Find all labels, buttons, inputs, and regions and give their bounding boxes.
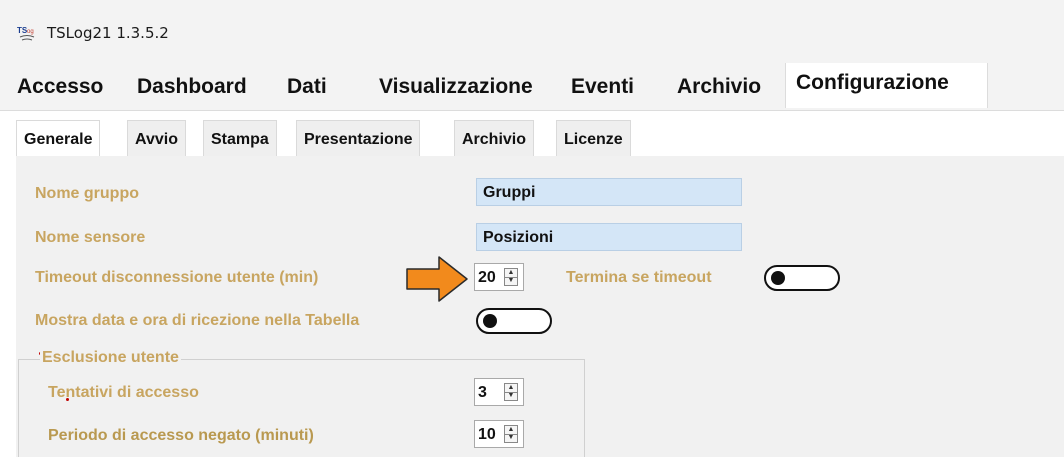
- timeout-spin-buttons: ▲ ▼: [504, 268, 518, 286]
- attempts-label: Tentativi di accesso: [48, 384, 199, 401]
- timeout-stepper[interactable]: 20 ▲ ▼: [474, 263, 524, 291]
- tab-dati[interactable]: Dati: [287, 67, 327, 107]
- denied-period-stepper[interactable]: 10 ▲ ▼: [474, 420, 524, 448]
- subtab-presentazione[interactable]: Presentazione: [296, 120, 421, 156]
- title-bar: TS og TSLog21 1.3.5.2: [0, 0, 1064, 63]
- tab-archivio[interactable]: Archivio: [677, 67, 761, 107]
- subtab-archivio[interactable]: Archivio: [454, 120, 535, 156]
- tab-visualizzazione[interactable]: Visualizzazione: [379, 67, 533, 107]
- attempts-down-arrow-icon[interactable]: ▼: [505, 392, 517, 400]
- group-name-field[interactable]: Gruppi: [476, 178, 742, 206]
- attempts-stepper[interactable]: 3 ▲ ▼: [474, 378, 524, 406]
- group-name-label: Nome gruppo: [35, 185, 139, 202]
- subtab-avvio[interactable]: Avvio: [127, 120, 186, 156]
- sub-tab-bar: Generale Avvio Stampa Presentazione Arch…: [10, 120, 1064, 158]
- terminate-timeout-toggle[interactable]: [764, 265, 840, 291]
- exclusion-legend: Esclusione utente: [40, 349, 181, 367]
- toggle-knob: [771, 271, 785, 285]
- denied-period-label: Periodo di accesso negato (minuti): [48, 427, 314, 444]
- sensor-name-label: Nome sensore: [35, 229, 146, 246]
- tab-dashboard[interactable]: Dashboard: [137, 67, 247, 107]
- tab-accesso[interactable]: Accesso: [17, 67, 103, 107]
- tab-eventi[interactable]: Eventi: [571, 67, 634, 107]
- main-tab-bar: Accesso Dashboard Dati Visualizzazione E…: [0, 63, 1064, 111]
- terminate-timeout-label: Termina se timeout: [566, 269, 712, 286]
- tab-configurazione[interactable]: Configurazione: [785, 63, 988, 108]
- subtab-generale[interactable]: Generale: [16, 120, 101, 158]
- sensor-name-field[interactable]: Posizioni: [476, 223, 742, 251]
- show-date-toggle[interactable]: [476, 308, 552, 334]
- denied-period-spin-buttons: ▲ ▼: [504, 425, 518, 443]
- denied-period-value: 10: [478, 426, 496, 443]
- marker-dot: [66, 398, 69, 401]
- timeout-down-arrow-icon[interactable]: ▼: [505, 277, 517, 285]
- orange-arrow-icon: [406, 256, 468, 302]
- toggle-knob: [483, 314, 497, 328]
- window-title: TSLog21 1.3.5.2: [47, 24, 169, 42]
- subtab-licenze[interactable]: Licenze: [556, 120, 631, 156]
- timeout-value: 20: [478, 269, 496, 286]
- show-date-label: Mostra data e ora di ricezione nella Tab…: [35, 312, 360, 329]
- attempts-spin-buttons: ▲ ▼: [504, 383, 518, 401]
- subtab-stampa[interactable]: Stampa: [203, 120, 277, 156]
- denied-period-down-arrow-icon[interactable]: ▼: [505, 434, 517, 442]
- svg-text:og: og: [27, 29, 34, 35]
- timeout-label: Timeout disconnessione utente (min): [35, 269, 319, 286]
- ts-app-icon: TS og: [17, 26, 35, 41]
- attempts-value: 3: [478, 384, 487, 401]
